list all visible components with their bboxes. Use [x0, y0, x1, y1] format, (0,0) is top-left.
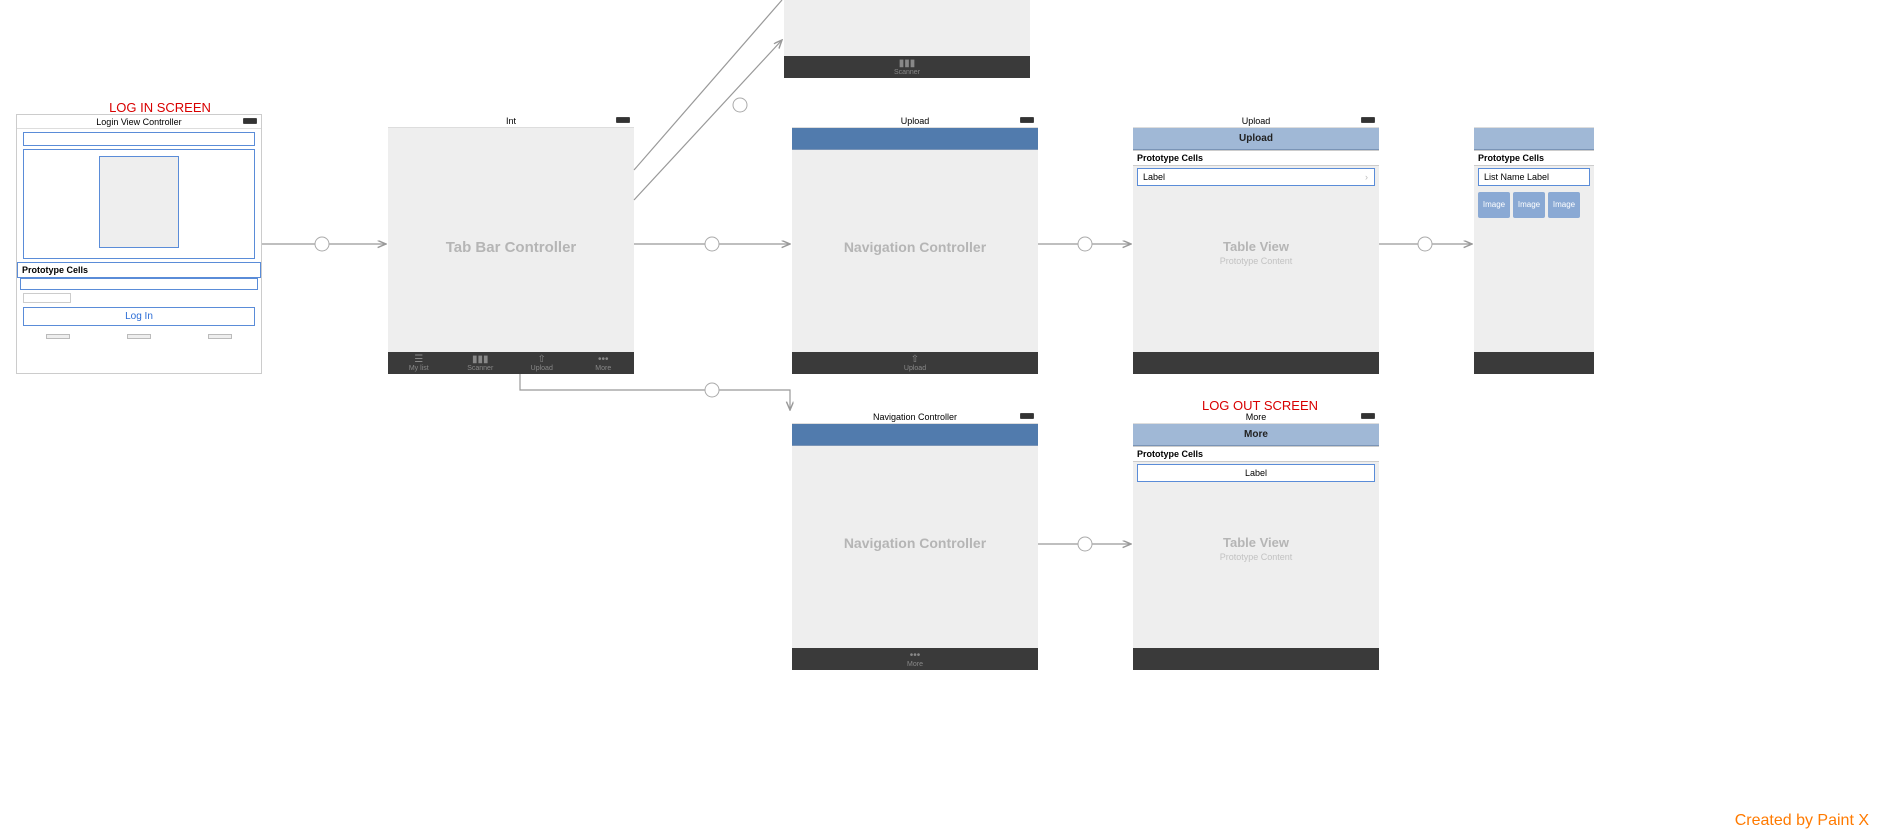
disclosure-icon: › — [1365, 172, 1368, 182]
placeholder-text: Table View Prototype Content — [1133, 239, 1379, 266]
placeholder-text: Navigation Controller — [792, 239, 1038, 255]
title-text: Int — [506, 116, 516, 126]
tab-bar: ⇧Upload — [792, 352, 1038, 374]
title-text: Login View Controller — [96, 117, 181, 127]
tab-bar — [1474, 352, 1594, 374]
image-thumb[interactable]: Image — [1548, 192, 1580, 218]
login-proto-cell[interactable] — [20, 278, 258, 290]
screen-title: Int — [388, 114, 634, 128]
screen-title: Navigation Controller — [792, 410, 1038, 424]
login-button[interactable]: Log In — [23, 307, 255, 326]
tab-scanner[interactable]: ▮▮▮Scanner — [784, 59, 1030, 76]
nav-bar: More — [1133, 424, 1379, 446]
title-text: Upload — [1242, 116, 1271, 126]
footer-box-3 — [208, 334, 232, 339]
nav-controller-upload[interactable]: Upload Navigation Controller ⇧Upload — [792, 114, 1038, 374]
nav-bar: Upload — [1133, 128, 1379, 150]
prototype-cells-header: Prototype Cells — [17, 262, 261, 278]
prototype-cells-header: Prototype Cells — [1474, 150, 1594, 166]
login-small-field[interactable] — [23, 293, 71, 303]
upload-icon: ⇧ — [511, 355, 573, 365]
login-view-controller[interactable]: Login View Controller Prototype Cells Lo… — [16, 114, 262, 374]
battery-icon — [1020, 117, 1034, 123]
nav-controller-more[interactable]: Navigation Controller Navigation Control… — [792, 410, 1038, 670]
screen-title: Upload — [1133, 114, 1379, 128]
upload-icon: ⇧ — [792, 355, 1038, 365]
watermark: Created by Paint X — [1735, 812, 1869, 830]
prototype-cell[interactable]: Label — [1137, 464, 1375, 482]
tab-mylist[interactable]: ☰My list — [388, 355, 450, 372]
nav-bar — [792, 128, 1038, 150]
battery-icon — [243, 118, 257, 124]
prototype-cell[interactable]: List Name Label — [1478, 168, 1590, 186]
table-view-upload[interactable]: Upload Upload Prototype Cells Label › Ta… — [1133, 114, 1379, 374]
login-image-container — [23, 149, 255, 259]
tab-bar: ▮▮▮Scanner — [784, 56, 1030, 78]
battery-icon — [1020, 413, 1034, 419]
screen-title: Upload — [792, 114, 1038, 128]
cell-label: Label — [1245, 468, 1267, 478]
placeholder-text: Table View Prototype Content — [1133, 535, 1379, 562]
screen-title: Login View Controller — [17, 115, 261, 129]
cell-label: List Name Label — [1484, 172, 1549, 182]
screen-title — [1474, 114, 1594, 128]
login-field-1[interactable] — [23, 132, 255, 146]
tab-upload[interactable]: ⇧Upload — [792, 355, 1038, 372]
cell-label: Label — [1143, 172, 1165, 182]
tab-bar: ☰My list ▮▮▮Scanner ⇧Upload •••More — [388, 352, 634, 374]
partial-top-screen[interactable]: ▮▮▮Scanner — [784, 0, 1030, 78]
partial-right-screen[interactable]: Prototype Cells List Name Label Image Im… — [1474, 114, 1594, 374]
nav-bar — [1474, 128, 1594, 150]
battery-icon — [1361, 413, 1375, 419]
barcode-icon: ▮▮▮ — [450, 355, 512, 365]
more-icon: ••• — [792, 651, 1038, 661]
title-text: More — [1246, 412, 1267, 422]
list-icon: ☰ — [388, 355, 450, 365]
image-thumb[interactable]: Image — [1513, 192, 1545, 218]
tab-bar — [1133, 648, 1379, 670]
battery-icon — [616, 117, 630, 123]
tab-more[interactable]: •••More — [573, 355, 635, 372]
prototype-cells-header: Prototype Cells — [1133, 150, 1379, 166]
thumb-row: Image Image Image — [1474, 188, 1594, 222]
login-image — [99, 156, 179, 248]
title-text: Navigation Controller — [873, 412, 957, 422]
tab-more[interactable]: •••More — [792, 651, 1038, 668]
placeholder-text: Navigation Controller — [792, 535, 1038, 551]
barcode-icon: ▮▮▮ — [784, 59, 1030, 69]
title-text: Upload — [901, 116, 930, 126]
prototype-cell[interactable]: Label › — [1137, 168, 1375, 186]
footer-box-1 — [46, 334, 70, 339]
screen-title: More — [1133, 410, 1379, 424]
image-thumb[interactable]: Image — [1478, 192, 1510, 218]
login-footer — [17, 330, 261, 343]
tab-scanner[interactable]: ▮▮▮Scanner — [450, 355, 512, 372]
battery-icon — [1361, 117, 1375, 123]
placeholder-text: Tab Bar Controller — [388, 239, 634, 256]
tab-bar-controller[interactable]: Int Tab Bar Controller ☰My list ▮▮▮Scann… — [388, 114, 634, 374]
tab-upload[interactable]: ⇧Upload — [511, 355, 573, 372]
tab-bar — [1133, 352, 1379, 374]
more-icon: ••• — [573, 355, 635, 365]
tab-bar: •••More — [792, 648, 1038, 670]
nav-bar — [792, 424, 1038, 446]
prototype-cells-header: Prototype Cells — [1133, 446, 1379, 462]
table-view-more[interactable]: More More Prototype Cells Label Table Vi… — [1133, 410, 1379, 670]
footer-box-2 — [127, 334, 151, 339]
label-login-screen: LOG IN SCREEN — [70, 100, 250, 115]
